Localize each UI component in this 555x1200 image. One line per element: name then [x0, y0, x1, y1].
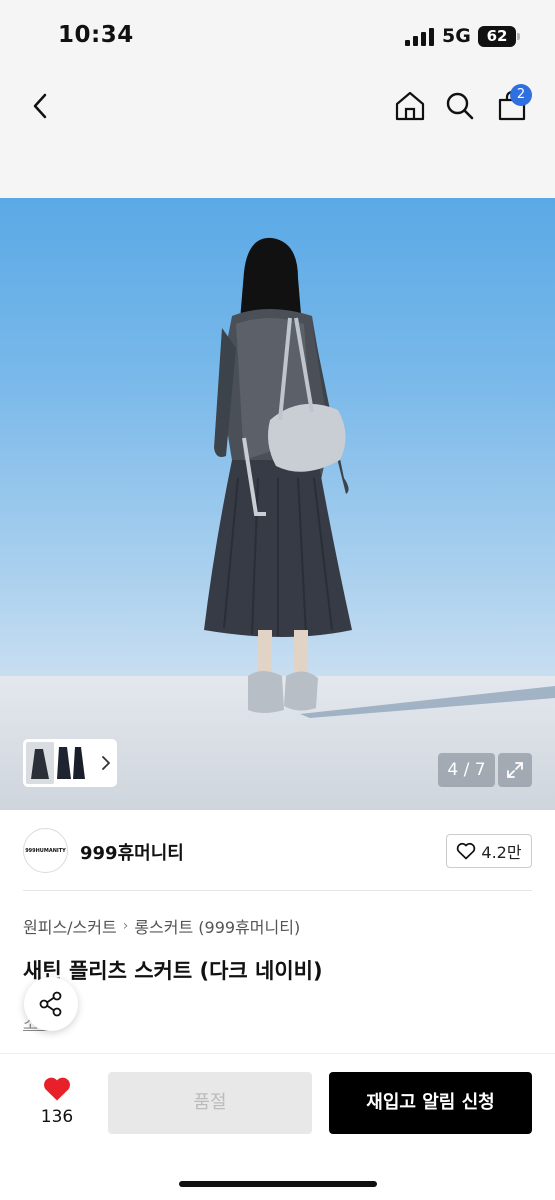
- share-button[interactable]: [24, 977, 78, 1031]
- cart-count-badge: 2: [510, 84, 532, 106]
- expand-button[interactable]: [498, 753, 532, 787]
- brand-name[interactable]: 999휴머니티: [80, 839, 184, 865]
- brand-like-count: 4.2만: [481, 843, 522, 862]
- wishlist-count: 136: [40, 1107, 74, 1127]
- wishlist-button[interactable]: 136: [28, 1073, 86, 1133]
- chevron-right-icon: [102, 756, 110, 770]
- divider: [0, 1053, 555, 1054]
- top-nav: [0, 74, 555, 198]
- home-button[interactable]: [388, 84, 432, 128]
- network-label: 5G: [442, 25, 471, 47]
- brand-row: 999HUMANITY 999휴머니티 4.2만: [0, 810, 555, 890]
- thumbnail-strip[interactable]: [23, 739, 117, 787]
- expand-icon: [507, 762, 523, 778]
- chevron-left-icon: [33, 93, 47, 119]
- home-icon: [395, 91, 425, 121]
- restock-alert-button[interactable]: 재입고 알림 신청: [329, 1072, 532, 1134]
- battery-cap: [517, 33, 520, 40]
- image-counter: 4 / 7: [438, 753, 495, 787]
- breadcrumb-subcategory[interactable]: 롱스커트 (999휴머니티): [134, 914, 300, 938]
- heart-outline-icon: [457, 842, 476, 860]
- signal-icon: [405, 28, 435, 46]
- divider: [23, 890, 532, 891]
- status-bar: 10:34 5G 62: [0, 0, 555, 74]
- product-photo: [0, 237, 555, 810]
- soldout-button: 품절: [108, 1072, 312, 1134]
- brand-like-button[interactable]: 4.2만: [446, 834, 532, 868]
- heart-filled-icon: [44, 1077, 70, 1101]
- share-icon: [39, 991, 62, 1017]
- search-icon: [446, 92, 474, 120]
- chevron-right-icon: ›: [122, 918, 129, 934]
- search-button[interactable]: [438, 84, 482, 128]
- battery-icon: 62: [478, 26, 516, 47]
- breadcrumb: 원피스/스커트 › 롱스커트 (999휴머니티): [23, 914, 300, 938]
- status-time: 10:34: [58, 22, 134, 48]
- back-button[interactable]: [18, 84, 62, 128]
- breadcrumb-category[interactable]: 원피스/스커트: [23, 914, 117, 938]
- product-title: 새틴 플리츠 스커트 (다크 네이비): [23, 959, 323, 983]
- product-image[interactable]: 4 / 7: [0, 198, 555, 810]
- home-indicator: [179, 1181, 377, 1187]
- brand-logo[interactable]: 999HUMANITY: [23, 828, 68, 873]
